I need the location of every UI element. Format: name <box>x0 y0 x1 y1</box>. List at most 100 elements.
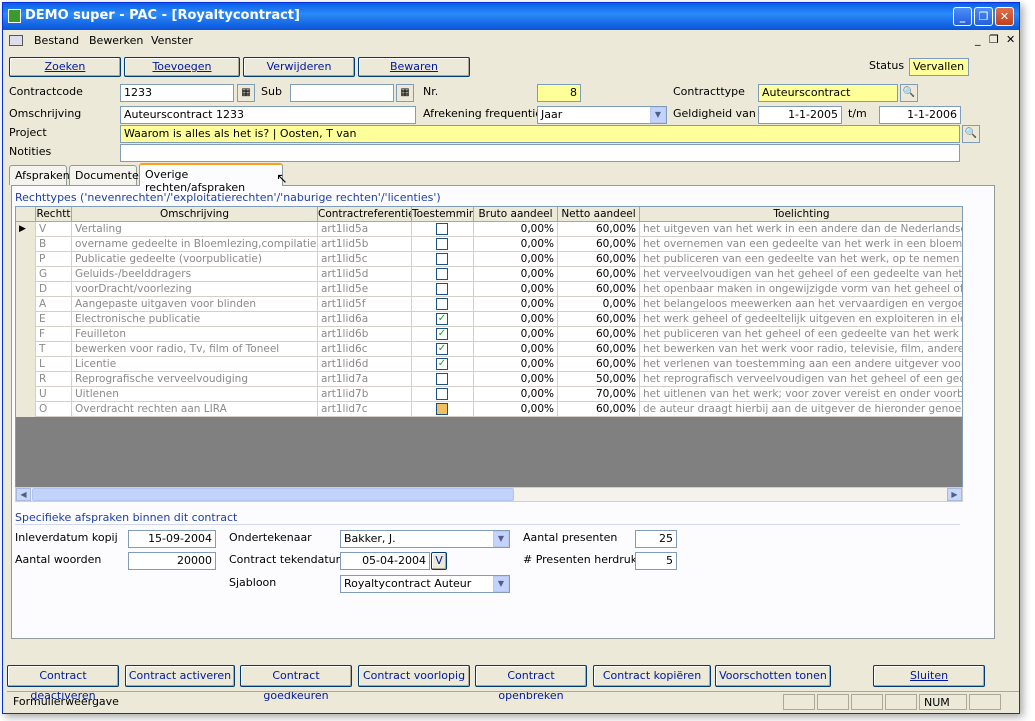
mdi-close-icon[interactable]: ✕ <box>1006 33 1015 46</box>
table-row[interactable]: Bovername gedeelte in Bloemlezing,compil… <box>16 237 962 252</box>
cell-netto[interactable]: 60,00% <box>558 402 640 417</box>
toestemming-cell[interactable] <box>412 237 474 252</box>
contract-voorlopig-button[interactable]: Contract voorlopig <box>358 665 470 687</box>
cell-omschrijving[interactable]: Publicatie gedeelte (voorpublicatie) <box>72 252 318 267</box>
toestemming-cell[interactable] <box>412 372 474 387</box>
cell-omschrijving[interactable]: Aangepaste uitgaven voor blinden <box>72 297 318 312</box>
mdi-restore-icon[interactable]: ❐ <box>989 33 999 46</box>
menu-bestand[interactable]: Bestand <box>34 34 79 47</box>
contracttype-search-icon[interactable]: 🔍 <box>900 84 918 102</box>
cell-toelichting[interactable]: het overnemen van een gedeelte van het w… <box>640 237 962 252</box>
cell-netto[interactable]: 60,00% <box>558 357 640 372</box>
contract-deactiveren-button[interactable]: Contract deactiveren <box>7 665 119 702</box>
zoeken-button[interactable]: Zoeken <box>9 57 121 77</box>
cell-bruto[interactable]: 0,00% <box>474 222 558 237</box>
cell-omschrijving[interactable]: Overdracht rechten aan LIRA <box>72 402 318 417</box>
cell-bruto[interactable]: 0,00% <box>474 327 558 342</box>
cell-omschrijving[interactable]: voorDracht/voorlezing <box>72 282 318 297</box>
cell-ref[interactable]: art1lid6a <box>318 312 412 327</box>
col-header-toelichting[interactable]: Toelichting <box>640 207 962 222</box>
minimize-button[interactable]: _ <box>953 7 972 26</box>
cell-netto[interactable]: 70,00% <box>558 387 640 402</box>
table-row[interactable]: F Feuilleton art1lid6b ✓ 0,00% 60,00% het publ… <box>16 327 962 342</box>
afrekening-select[interactable]: Jaar ▼ <box>537 106 667 124</box>
tab-documenten[interactable]: Documenten <box>69 165 146 185</box>
table-row[interactable]: O Overdracht rechten aan LIRA art1lid7c 0,0… <box>16 402 962 417</box>
cell-bruto[interactable]: 0,00% <box>474 357 558 372</box>
cell-netto[interactable]: 60,00% <box>558 237 640 252</box>
geldigheid-tm-field[interactable]: 1-1-2006 <box>879 106 961 124</box>
cell-bruto[interactable]: 0,00% <box>474 297 558 312</box>
cell-ref[interactable]: art1lid5e <box>318 282 412 297</box>
row-selector[interactable] <box>16 402 36 417</box>
toestemming-cell[interactable]: ✓ <box>412 312 474 327</box>
rechten-grid[interactable]: Rechtt Omschrijving Contractreferentie T… <box>15 206 963 500</box>
chevron-down-icon[interactable]: ▼ <box>493 576 509 592</box>
col-header-bruto[interactable]: Bruto aandeel <box>474 207 558 222</box>
cell-ref[interactable]: art1lid5b <box>318 237 412 252</box>
cell-ref[interactable]: art1lid7b <box>318 387 412 402</box>
sluiten-button[interactable]: Sluiten <box>873 665 985 687</box>
row-selector[interactable] <box>16 267 36 282</box>
row-selector[interactable] <box>16 342 36 357</box>
cell-toelichting[interactable]: het verlenen van toestemming aan een and… <box>640 357 962 372</box>
cell-bruto[interactable]: 0,00% <box>474 267 558 282</box>
cell-toelichting[interactable]: het verveelvoudigen van het geheel of ee… <box>640 267 962 282</box>
toestemming-cell[interactable] <box>412 297 474 312</box>
menu-venster[interactable]: Venster <box>151 34 193 47</box>
toestemming-checkbox[interactable]: ✓ <box>436 343 448 355</box>
contractcode-field[interactable]: 1233 <box>120 84 234 102</box>
chevron-down-icon[interactable]: ▼ <box>650 107 666 123</box>
cell-bruto[interactable]: 0,00% <box>474 372 558 387</box>
cell-toelichting[interactable]: het belangeloos meewerken aan het vervaa… <box>640 297 962 312</box>
toestemming-checkbox[interactable] <box>436 388 448 400</box>
geldigheid-van-field[interactable]: 1-1-2005 <box>758 106 842 124</box>
cell-netto[interactable]: 60,00% <box>558 222 640 237</box>
cell-bruto[interactable]: 0,00% <box>474 252 558 267</box>
cell-ref[interactable]: art1lid5f <box>318 297 412 312</box>
table-row[interactable]: R Reprografische verveelvoudiging art1lid7… <box>16 372 962 387</box>
tab-afspraken[interactable]: Afspraken <box>9 165 70 185</box>
contract-kopieren-button[interactable]: Contract kopiëren <box>593 665 711 687</box>
cell-toelichting[interactable]: het uitlenen van het werk; voor zover ve… <box>640 387 962 402</box>
toestemming-cell[interactable] <box>412 282 474 297</box>
table-row[interactable]: A Aangepaste uitgaven voor blinden art1lid… <box>16 297 962 312</box>
toestemming-checkbox[interactable] <box>436 268 448 280</box>
cell-toelichting[interactable]: het bewerken van het werk voor radio, te… <box>640 342 962 357</box>
cell-code[interactable]: V <box>36 222 72 237</box>
col-header-omschrijving[interactable]: Omschrijving <box>72 207 318 222</box>
cell-code[interactable]: U <box>36 387 72 402</box>
presenten-field[interactable]: 25 <box>635 530 677 548</box>
row-selector[interactable] <box>16 312 36 327</box>
toevoegen-button[interactable]: Toevoegen <box>124 57 240 77</box>
menu-bewerken[interactable]: Bewerken <box>89 34 143 47</box>
toestemming-cell[interactable] <box>412 252 474 267</box>
cell-ref[interactable]: art1lid6b <box>318 327 412 342</box>
col-header-contractreferentie[interactable]: Contractreferentie <box>318 207 412 222</box>
tab-overige-rechten[interactable]: Overige rechten/afspraken <box>139 163 283 194</box>
toestemming-cell[interactable] <box>412 402 474 417</box>
cell-bruto[interactable]: 0,00% <box>474 387 558 402</box>
chevron-down-icon[interactable]: ▼ <box>493 531 509 547</box>
cell-toelichting[interactable]: het openbaar maken in ongewijzigde vorm … <box>640 282 962 297</box>
omschrijving-field[interactable]: Auteurscontract 1233 <box>120 106 416 124</box>
tekendatum-v-button[interactable]: V <box>431 552 447 570</box>
toestemming-cell[interactable] <box>412 387 474 402</box>
cell-code[interactable]: A <box>36 297 72 312</box>
toestemming-checkbox[interactable] <box>436 253 448 265</box>
cell-ref[interactable]: art1lid5c <box>318 252 412 267</box>
toestemming-checkbox[interactable] <box>436 403 448 415</box>
cell-toelichting[interactable]: het uitgeven van het werk in een andere … <box>640 222 962 237</box>
table-row[interactable]: P Publicatie gedeelte (voorpublicatie) art… <box>16 252 962 267</box>
row-selector[interactable] <box>16 237 36 252</box>
ondertekenaar-select[interactable]: Bakker, J. ▼ <box>340 530 510 548</box>
contract-goedkeuren-button[interactable]: Contract goedkeuren <box>240 665 352 702</box>
cell-ref[interactable]: art1lid7a <box>318 372 412 387</box>
table-row[interactable]: L Licentie art1lid6d ✓ 0,00% 60,00% het verlen… <box>16 357 962 372</box>
cell-code[interactable]: D <box>36 282 72 297</box>
cell-code[interactable]: E <box>36 312 72 327</box>
contract-activeren-button[interactable]: Contract activeren <box>125 665 235 687</box>
row-selector[interactable] <box>16 282 36 297</box>
toestemming-cell[interactable]: ✓ <box>412 342 474 357</box>
cell-code[interactable]: P <box>36 252 72 267</box>
